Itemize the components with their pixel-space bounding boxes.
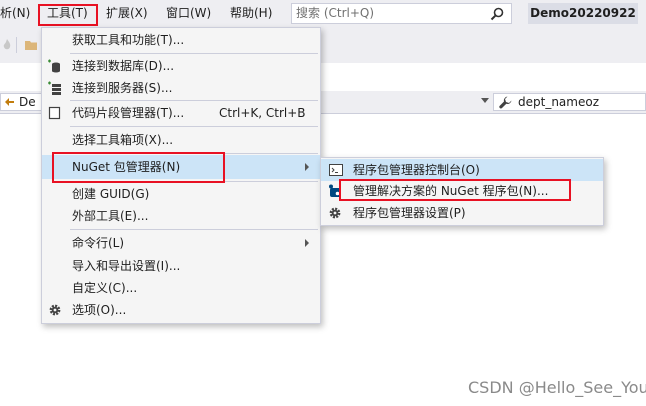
server-connect-icon	[48, 81, 61, 95]
menu-item-snippets-manager[interactable]: 代码片段管理器(T)... Ctrl+K, Ctrl+B	[42, 101, 320, 125]
menu-item-label: 导入和导出设置(I)...	[72, 259, 181, 273]
menu-item-choose-toolbox[interactable]: 选择工具箱项(X)...	[42, 128, 320, 152]
menu-separator	[70, 126, 318, 127]
project-title: Demo20220922	[528, 3, 638, 24]
annotation-box-tools	[38, 4, 98, 26]
chevron-down-icon[interactable]	[481, 98, 489, 103]
menu-item-label: 命令行(L)	[72, 236, 125, 250]
menu-item-customize[interactable]: 自定义(C)...	[42, 276, 320, 300]
snippet-icon	[48, 106, 61, 120]
menu-help[interactable]: 帮助(H)	[230, 0, 272, 27]
console-icon	[329, 164, 343, 176]
menu-item-label: 连接到服务器(S)...	[72, 81, 173, 95]
submenu-arrow-icon	[305, 239, 309, 247]
menu-item-import-export[interactable]: 导入和导出设置(I)...	[42, 254, 320, 278]
watermark: CSDN @Hello_See_You	[468, 378, 646, 397]
search-icon	[490, 7, 504, 21]
type-combo[interactable]: De	[0, 93, 46, 111]
menu-item-label: 获取工具和功能(T)...	[72, 33, 185, 47]
menu-item-connect-database[interactable]: 连接到数据库(D)...	[42, 54, 320, 78]
search-placeholder: 搜索 (Ctrl+Q)	[296, 6, 375, 20]
menu-item-external-tools[interactable]: 外部工具(E)...	[42, 204, 320, 228]
menu-item-label: 自定义(C)...	[72, 281, 138, 295]
toolbar-divider	[16, 37, 17, 53]
annotation-box-manage-packages	[339, 179, 571, 201]
menu-item-label: 代码片段管理器(T)...	[72, 106, 185, 120]
submenu-item-console[interactable]: 程序包管理器控制台(O)	[321, 159, 603, 181]
folder-icon	[25, 41, 37, 50]
menu-item-label: 选择工具箱项(X)...	[72, 133, 174, 147]
menu-item-shortcut: Ctrl+K, Ctrl+B	[219, 106, 306, 120]
menu-separator	[70, 229, 318, 230]
menu-extensions[interactable]: 扩展(X)	[106, 0, 148, 27]
annotation-box-nuget	[52, 152, 225, 183]
member-combo-value: dept_nameoz	[518, 95, 599, 109]
search-input[interactable]: 搜索 (Ctrl+Q)	[291, 3, 512, 24]
menu-item-create-guid[interactable]: 创建 GUID(G)	[42, 182, 320, 206]
submenu-item-settings[interactable]: 程序包管理器设置(P)	[321, 202, 603, 224]
gear-icon	[329, 207, 341, 219]
submenu-item-label: 程序包管理器控制台(O)	[353, 163, 480, 177]
gear-icon	[49, 304, 61, 316]
submenu-arrow-icon	[305, 163, 309, 171]
menu-analyze[interactable]: 析(N)	[0, 0, 30, 27]
database-connect-icon	[48, 59, 60, 73]
wrench-icon	[499, 96, 512, 109]
menu-item-label: 创建 GUID(G)	[72, 187, 150, 201]
menu-window[interactable]: 窗口(W)	[166, 0, 211, 27]
menu-item-label: 外部工具(E)...	[72, 209, 149, 223]
menu-item-command-line[interactable]: 命令行(L)	[42, 231, 320, 255]
menu-item-options[interactable]: 选项(O)...	[42, 298, 320, 322]
menu-item-connect-server[interactable]: 连接到服务器(S)...	[42, 76, 320, 100]
menu-item-label: 连接到数据库(D)...	[72, 59, 175, 73]
menu-item-label: 选项(O)...	[72, 303, 127, 317]
member-combo[interactable]: dept_nameoz	[493, 93, 646, 111]
flame-icon	[3, 39, 11, 50]
submenu-item-label: 程序包管理器设置(P)	[353, 206, 466, 220]
menu-item-get-tools[interactable]: 获取工具和功能(T)...	[42, 28, 320, 52]
class-icon	[5, 98, 14, 106]
type-combo-value: De	[19, 95, 36, 109]
